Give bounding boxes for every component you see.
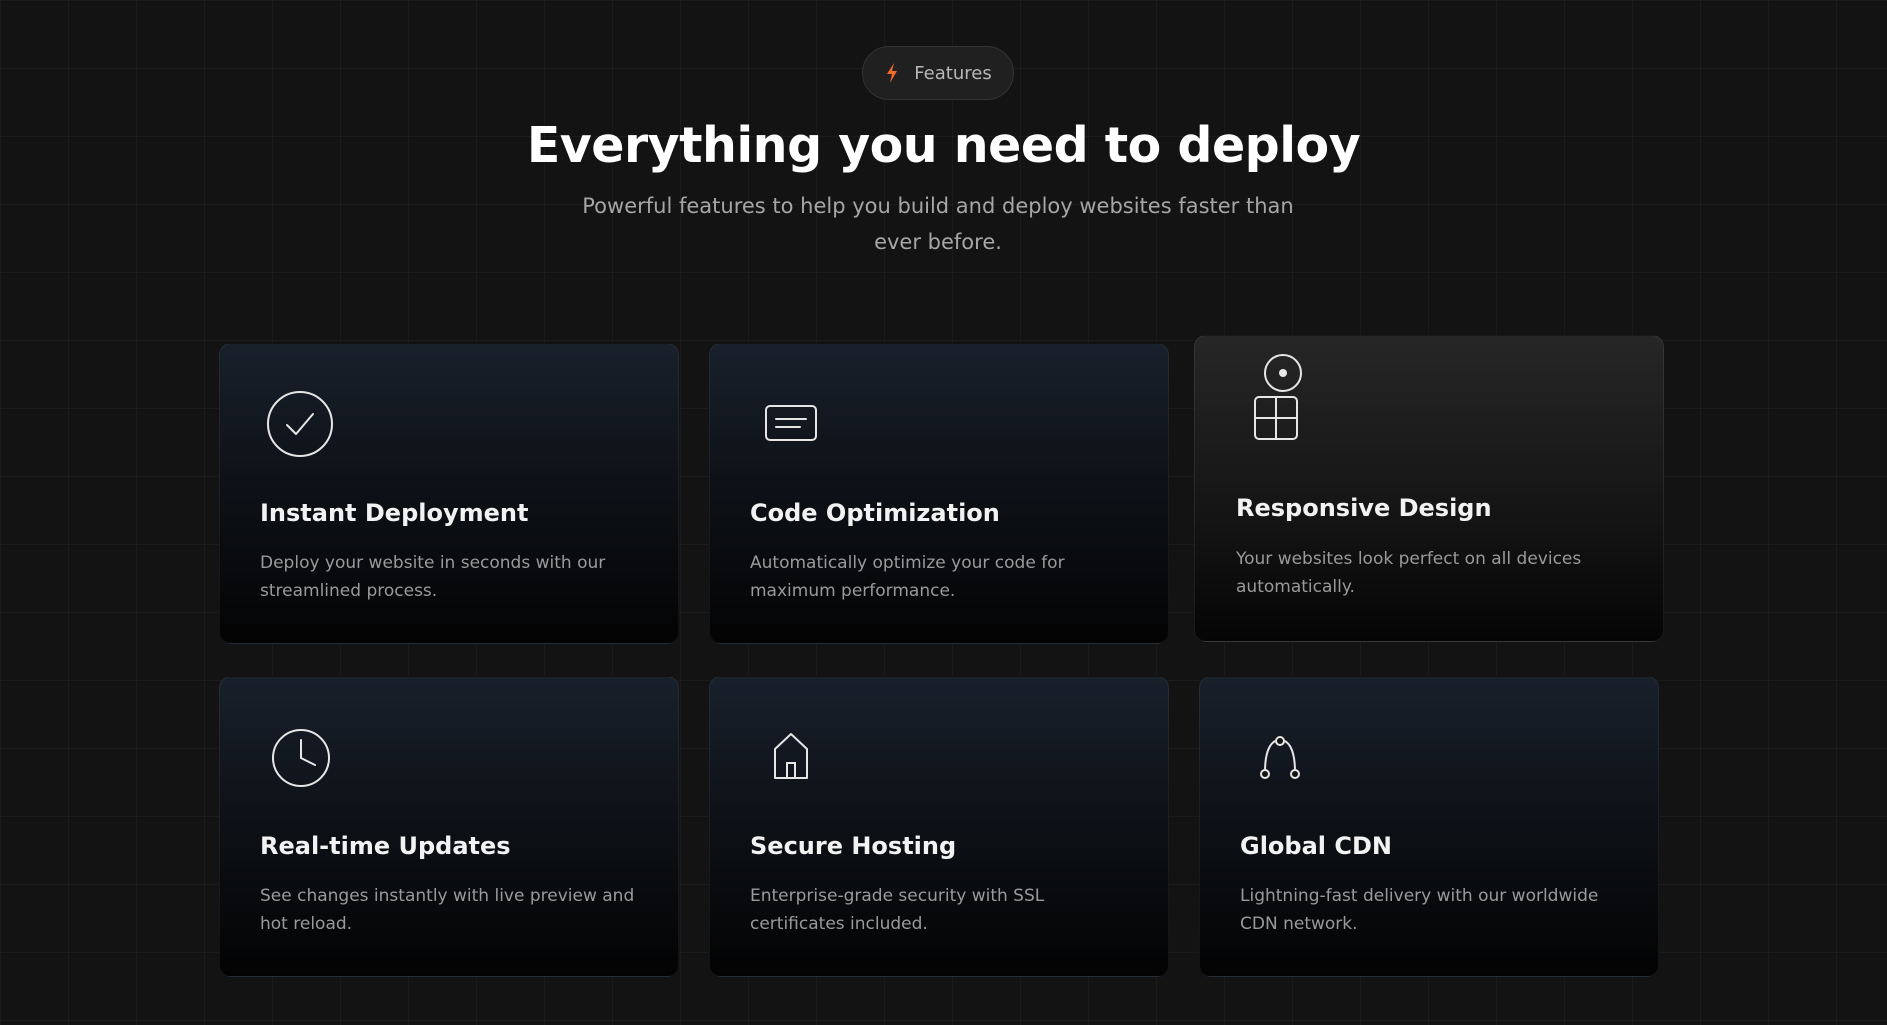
feature-title: Real-time Updates xyxy=(260,832,511,860)
lightning-icon xyxy=(884,62,900,84)
feature-card-responsive-design[interactable]: Responsive Design Your websites look per… xyxy=(1194,335,1664,642)
page-subtitle: Powerful features to help you build and … xyxy=(582,194,1294,254)
clock-icon xyxy=(271,728,331,788)
features-section: Features Everything you need to deploy P… xyxy=(0,0,1887,1025)
network-arc-icon xyxy=(1257,734,1303,780)
badge-label: Features xyxy=(914,62,992,84)
feature-title: Instant Deployment xyxy=(260,499,529,527)
code-window-icon xyxy=(765,404,817,442)
feature-description: Deploy your website in seconds with our … xyxy=(260,553,606,601)
feature-card-global-cdn[interactable]: Global CDN Lightning-fast delivery with … xyxy=(1199,676,1659,977)
feature-card-real-time-updates[interactable]: Real-time Updates See changes instantly … xyxy=(219,676,679,977)
devices-grid-icon xyxy=(1253,354,1303,442)
feature-description: Lightning-fast delivery with our worldwi… xyxy=(1240,886,1599,934)
check-circle-icon xyxy=(266,390,334,458)
feature-title: Code Optimization xyxy=(750,499,1000,527)
feature-card-secure-hosting[interactable]: Secure Hosting Enterprise-grade security… xyxy=(709,676,1169,977)
feature-title: Secure Hosting xyxy=(750,832,957,860)
feature-card-instant-deployment[interactable]: Instant Deployment Deploy your website i… xyxy=(219,343,679,644)
feature-card-code-optimization[interactable]: Code Optimization Automatically optimize… xyxy=(709,343,1169,644)
feature-title: Global CDN xyxy=(1240,832,1392,860)
feature-description: Automatically optimize your code for max… xyxy=(750,553,1065,601)
feature-description: Your websites look perfect on all device… xyxy=(1236,549,1582,597)
feature-title: Responsive Design xyxy=(1236,494,1492,522)
house-icon xyxy=(772,731,810,781)
feature-description: See changes instantly with live preview … xyxy=(260,886,635,934)
page-title: Everything you need to deploy xyxy=(526,117,1361,174)
features-badge: Features xyxy=(862,46,1014,100)
feature-description: Enterprise-grade security with SSL certi… xyxy=(750,886,1045,934)
